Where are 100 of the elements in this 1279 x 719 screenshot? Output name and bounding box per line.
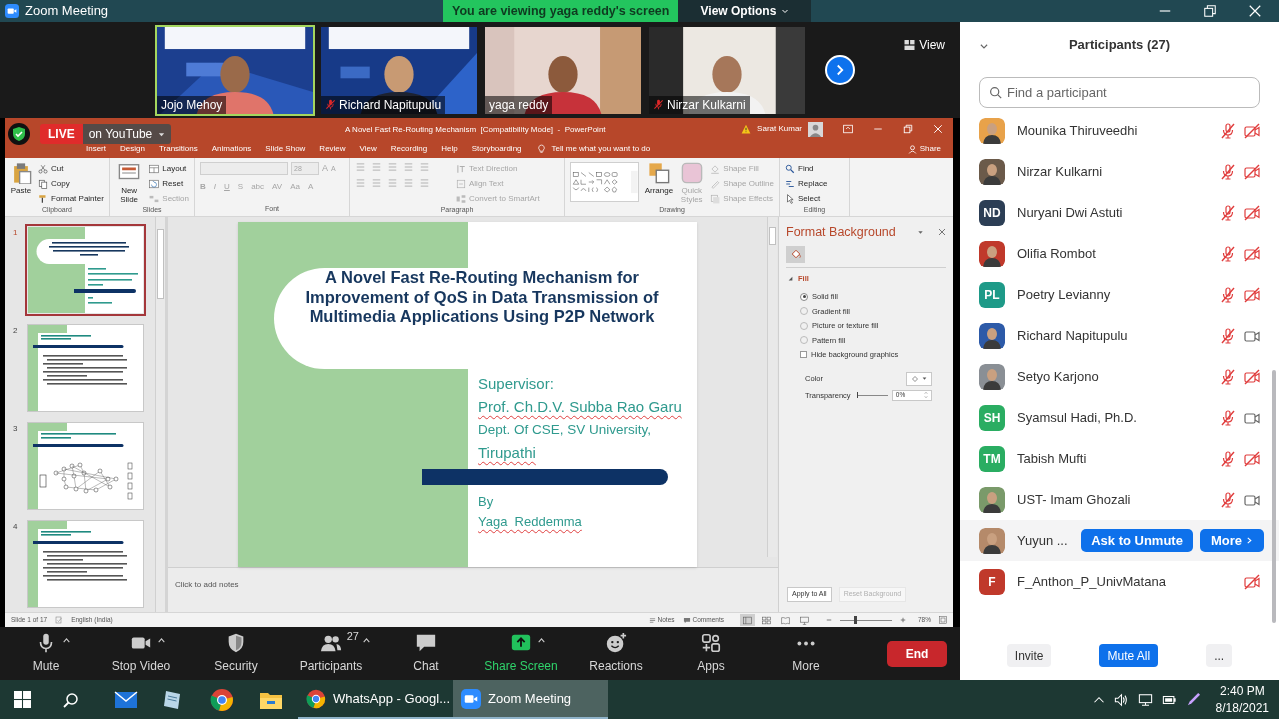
toolbar-button[interactable]: Stop Video [99,632,183,675]
copy-icon [38,178,48,189]
caret-down-icon [158,130,166,138]
ribbon-button[interactable]: Layout [149,162,189,175]
normal-view-icon[interactable] [743,615,752,625]
chrome-icon[interactable] [210,687,234,712]
fill-tab[interactable] [786,245,805,263]
ribbon-tab[interactable]: View [358,143,378,155]
ribbon-button[interactable]: New Slide [115,162,144,205]
scrollbar[interactable] [155,217,165,612]
ribbon-button[interactable]: Format Painter [38,192,104,205]
clock-date[interactable]: 8/18/2021 [1215,699,1269,717]
toolbar-button[interactable]: Reactions [574,632,658,675]
color-picker-button[interactable] [906,371,932,386]
view-button[interactable]: View [904,36,945,54]
ribbon-button[interactable]: Find [785,162,828,175]
ribbon-button[interactable]: Select [785,192,828,205]
windows-start-icon[interactable] [14,691,31,708]
ribbon-tab[interactable]: Transitions [157,143,199,155]
document-title: A Novel Fast Re-Routing Mechanism [Compatibility Mode] - PowerPoint [345,124,606,136]
ribbon-button[interactable]: Paste [10,162,32,205]
chevron-down-icon [781,7,790,15]
align-center-icon [371,178,382,188]
clock-time[interactable]: 2:40 PM [1219,682,1265,700]
ribbon-button[interactable]: Reset [149,177,189,190]
toolbar-button[interactable]: 27 Participants [289,632,373,675]
ribbon-tab[interactable]: Storyboarding [470,143,523,155]
restore-icon[interactable] [903,124,913,134]
font-name-field[interactable] [200,162,288,176]
slide-text: Yaga Reddemma [478,513,582,531]
toolbar-button[interactable]: Share Screen [479,632,563,675]
zoom-in-icon[interactable] [900,617,906,623]
scroll-thumb[interactable] [769,227,776,245]
scroll-thumb[interactable] [157,229,164,299]
end-button[interactable]: End [887,640,947,667]
ribbon-tab[interactable]: Slide Show [264,143,307,155]
ribbon-button[interactable]: Cut [38,162,104,175]
footer-button[interactable]: Mute All [1099,644,1159,667]
participant-name: UST- Imam Ghozali [1017,490,1131,509]
expanded-triangle-icon[interactable] [788,275,793,281]
scrollbar[interactable] [767,217,777,557]
toolbar-button[interactable]: Chat [384,632,468,675]
toolbar-button[interactable]: More [764,632,848,675]
caret-up-icon[interactable] [362,636,371,645]
ribbon-tab[interactable]: Recording [389,143,429,155]
action-button[interactable]: More [1199,529,1264,552]
paint-bucket-icon [911,374,919,383]
participant-name: F_Anthon_P_UnivMatana [1017,572,1166,591]
caret-down-icon[interactable] [917,228,924,236]
footer-button[interactable]: ... [1206,644,1233,667]
footer-button[interactable]: Invite [1006,644,1052,667]
pen-icon[interactable] [1185,692,1201,707]
participant-name: Yuyun ... [1017,531,1068,550]
view-options-button[interactable]: View Options [678,0,812,22]
mail-icon[interactable] [113,688,139,711]
caret-up-icon[interactable] [62,636,71,645]
network-icon[interactable] [1137,692,1153,707]
notes-icon [648,616,656,624]
transparency-slider[interactable] [856,392,888,399]
tell-me-field[interactable]: Tell me what you want to do [551,143,651,155]
speaker-icon[interactable] [1113,692,1129,707]
search-icon[interactable] [63,691,79,708]
ribbon-tab[interactable]: Insert [85,143,107,155]
zoom-slider[interactable] [840,616,892,624]
slide-number: 4 [12,521,19,533]
slide-thumbnail[interactable] [28,325,143,411]
ribbon-tab[interactable]: Design [119,143,146,155]
slide-thumbnail[interactable] [28,521,143,607]
caret-up-icon[interactable] [537,636,546,645]
next-page-button[interactable] [825,55,855,85]
stream-status-button[interactable]: on YouTube [82,124,172,144]
scissors-icon [38,163,48,174]
slide-thumbnail[interactable] [28,227,143,313]
ribbon-button[interactable]: Arrange [644,162,674,205]
ribbon-display-icon[interactable] [843,124,853,134]
scroll-thumb[interactable] [1272,370,1276,623]
slider-thumb[interactable] [853,616,857,624]
restore-icon[interactable] [1203,4,1217,18]
slide-sorter-icon[interactable] [762,615,771,625]
align-left-icon [355,178,366,188]
user-avatar-icon[interactable] [808,121,823,137]
slideshow-icon[interactable] [800,615,809,625]
toolbar-button[interactable]: Mute [4,632,88,675]
toolbar-button[interactable]: Security [194,632,278,675]
toolbar-button[interactable]: Apps [669,632,753,675]
taskbar-button[interactable]: Zoom Meeting [453,680,608,719]
ribbon-tab[interactable]: Help [440,143,459,155]
action-button[interactable]: Ask to Unmute [1081,529,1193,552]
search-field[interactable]: Find a participant [979,77,1260,108]
ribbon-tab[interactable]: Animations [210,143,253,155]
checkbox[interactable] [800,351,807,359]
ribbon-button[interactable]: Replace [785,177,828,190]
caret-up-icon[interactable] [157,636,166,645]
share-button[interactable]: Share [907,143,941,155]
slide-thumbnail[interactable] [28,423,143,509]
chevron-down-icon[interactable] [979,41,989,51]
participant-name: Olifia Rombot [1017,244,1096,263]
ribbon-button[interactable]: Copy [38,177,104,190]
radio-button[interactable] [800,292,808,301]
ribbon-tab[interactable]: Review [318,143,347,155]
